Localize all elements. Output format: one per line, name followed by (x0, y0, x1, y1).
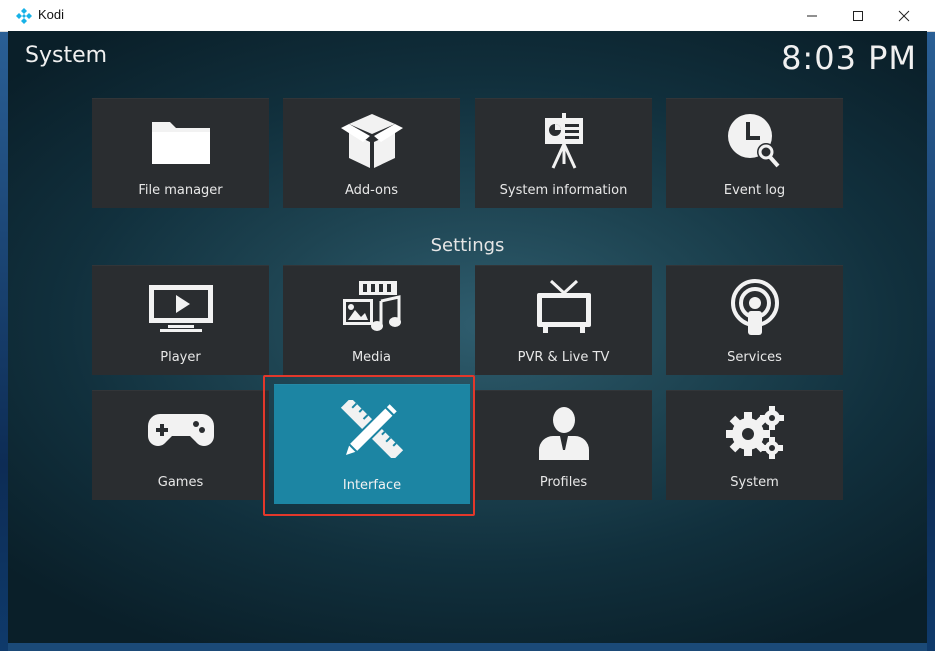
pencil-ruler-icon (340, 400, 404, 458)
open-box-icon (340, 114, 403, 168)
monitor-play-icon (148, 285, 213, 332)
tile-interface[interactable]: Interface (274, 384, 470, 504)
tile-label: Media (351, 350, 392, 365)
tile-label: Add-ons (344, 183, 399, 198)
tile-file-manager[interactable]: File manager (92, 98, 269, 208)
tile-event-log[interactable]: Event log (666, 98, 843, 208)
minimize-icon (807, 15, 817, 16)
tile-system[interactable]: System (666, 390, 843, 500)
desktop-edge-left (0, 31, 8, 651)
minimize-button[interactable] (789, 0, 835, 31)
settings-heading: Settings (430, 235, 505, 256)
tile-label: Profiles (539, 475, 588, 490)
tile-pvr-live-tv[interactable]: PVR & Live TV (475, 265, 652, 375)
close-button[interactable] (881, 0, 927, 31)
page-title: System (25, 43, 108, 68)
tile-label: Player (160, 350, 201, 365)
tile-label: System information (499, 183, 628, 198)
gamepad-icon (147, 414, 214, 446)
clock-search-icon (727, 114, 779, 168)
close-icon (898, 10, 910, 21)
tile-system-information[interactable]: System information (475, 98, 652, 208)
window-title: Kodi (38, 7, 65, 22)
kodi-logo-icon (16, 8, 32, 24)
tile-label: System (730, 475, 779, 490)
tile-label: Services (727, 350, 782, 365)
tile-label: Interface (342, 478, 402, 493)
kodi-system-screen: System 8:03 PM File manager Add-ons Syst… (8, 31, 927, 643)
maximize-icon (853, 10, 863, 21)
broadcast-icon (730, 279, 779, 335)
tile-games[interactable]: Games (92, 390, 269, 500)
tile-label: PVR & Live TV (517, 350, 610, 365)
tile-label: File manager (138, 183, 223, 198)
tv-antenna-icon (536, 279, 591, 333)
clock: 8:03 PM (781, 39, 917, 77)
folder-icon (151, 122, 210, 164)
tile-media[interactable]: Media (283, 265, 460, 375)
window-titlebar: Kodi (0, 0, 935, 32)
tile-services[interactable]: Services (666, 265, 843, 375)
tile-label: Event log (723, 183, 786, 198)
media-icon (342, 281, 401, 331)
gears-icon (725, 406, 784, 459)
desktop-edge-right (927, 31, 935, 651)
presentation-board-icon (544, 113, 583, 169)
tile-player[interactable]: Player (92, 265, 269, 375)
tile-add-ons[interactable]: Add-ons (283, 98, 460, 208)
maximize-button[interactable] (835, 0, 881, 31)
tile-label: Games (157, 475, 204, 490)
person-icon (538, 407, 589, 460)
tile-profiles[interactable]: Profiles (475, 390, 652, 500)
